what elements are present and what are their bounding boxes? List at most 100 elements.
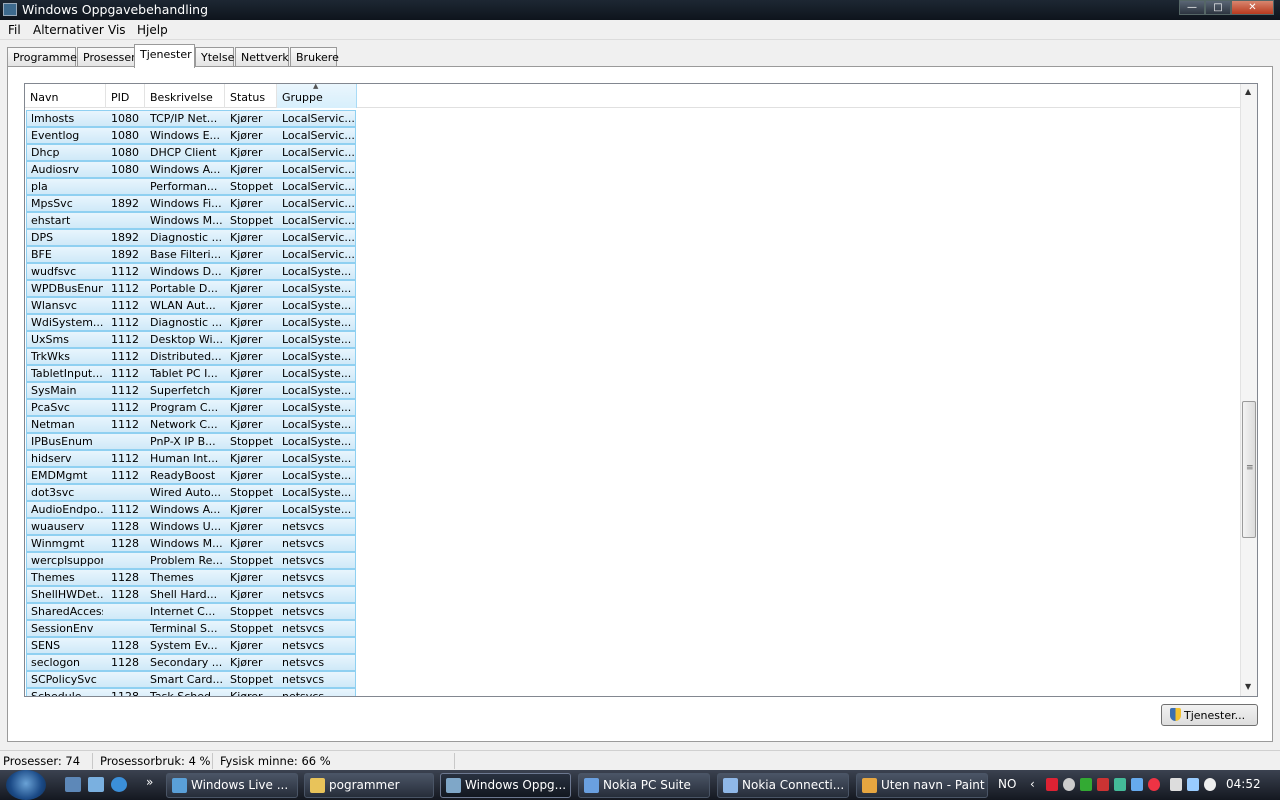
tab-performance[interactable]: Ytelse (195, 47, 234, 67)
table-row[interactable]: TrkWks 1112 Distributed... Kjører LocalSyste… (26, 348, 356, 365)
scroll-thumb[interactable]: ≡ (1242, 401, 1256, 538)
column-description[interactable]: Beskrivelse (145, 84, 225, 108)
table-row[interactable]: UxSms 1112 Desktop Wi... Kjører LocalSyste..… (26, 331, 356, 348)
service-group: LocalServic... (282, 129, 354, 142)
table-row[interactable]: wercplsupport Problem Re... Stoppet netsvcs (26, 552, 356, 569)
table-row[interactable]: MpsSvc 1892 Windows Fi... Kjører LocalServic… (26, 195, 356, 212)
battery-icon[interactable] (1080, 778, 1092, 791)
table-row[interactable]: PcaSvc 1112 Program C... Kjører LocalSyste..… (26, 399, 356, 416)
security-icon[interactable] (1046, 778, 1058, 791)
clock[interactable]: 04:52 (1226, 777, 1261, 791)
service-group: LocalSyste... (282, 333, 352, 346)
show-desktop-icon[interactable] (65, 777, 81, 792)
taskbar-button-nokia-connect[interactable]: Nokia Connecti... (717, 773, 849, 798)
tab-processes[interactable]: Prosesser (77, 47, 140, 67)
table-row[interactable]: Netman 1112 Network C... Kjører LocalSyste..… (26, 416, 356, 433)
table-row[interactable]: seclogon 1128 Secondary ... Kjører netsvcs (26, 654, 356, 671)
table-row[interactable]: ShellHWDet... 1128 Shell Hard... Kjører nets… (26, 586, 356, 603)
menu-help[interactable]: Hjelp (137, 23, 168, 37)
table-row[interactable]: EMDMgmt 1112 ReadyBoost Kjører LocalSyste... (26, 467, 356, 484)
table-row[interactable]: ehstart Windows M... Stoppet LocalServic... (26, 212, 356, 229)
table-row[interactable]: Eventlog 1080 Windows E... Kjører LocalServi… (26, 127, 356, 144)
column-group[interactable]: ▲ Gruppe (277, 84, 357, 108)
column-name[interactable]: Navn (25, 84, 106, 108)
table-row[interactable]: Dhcp 1080 DHCP Client Kjører LocalServic... (26, 144, 356, 161)
service-status: Kjører (230, 520, 263, 533)
internet-explorer-icon[interactable] (111, 777, 127, 792)
table-row[interactable]: Audiosrv 1080 Windows A... Kjører LocalServi… (26, 161, 356, 178)
table-row[interactable]: hidserv 1112 Human Int... Kjører LocalSyste.… (26, 450, 356, 467)
column-status[interactable]: Status (225, 84, 277, 108)
close-button[interactable]: ✕ (1231, 0, 1274, 15)
menu-options[interactable]: Alternativer (33, 23, 104, 37)
taskbar-button-windows-live[interactable]: Windows Live ... (166, 773, 298, 798)
table-row[interactable]: WPDBusEnum 1112 Portable D... Kjører LocalSy… (26, 280, 356, 297)
network-tray-icon[interactable] (1131, 778, 1143, 791)
table-row[interactable]: lmhosts 1080 TCP/IP Net... Kjører LocalServi… (26, 110, 356, 127)
taskbar-button-folder[interactable]: pogrammer (304, 773, 434, 798)
table-row[interactable]: SysMain 1112 Superfetch Kjører LocalSyste... (26, 382, 356, 399)
table-row[interactable]: pla Performan... Stoppet LocalServic... (26, 178, 356, 195)
table-row[interactable]: IPBusEnum PnP-X IP B... Stoppet LocalSyste.… (26, 433, 356, 450)
scroll-up-icon[interactable]: ▲ (1245, 87, 1251, 96)
nokia-connect-icon (723, 778, 738, 793)
table-row[interactable]: WdiSystem... 1112 Diagnostic ... Kjører Loca… (26, 314, 356, 331)
taskbar-button-nokia-pc-suite[interactable]: Nokia PC Suite (578, 773, 710, 798)
taskbar-button-task-manager[interactable]: Windows Oppg... (440, 773, 571, 798)
table-row[interactable]: AudioEndpo... 1112 Windows A... Kjører Local… (26, 501, 356, 518)
tab-services[interactable]: Tjenester (134, 44, 195, 68)
volume-icon[interactable] (1204, 778, 1216, 791)
taskbar-button-paint[interactable]: Uten navn - Paint (856, 773, 988, 798)
service-group: LocalSyste... (282, 418, 352, 431)
table-row[interactable]: SessionEnv Terminal S... Stoppet netsvcs (26, 620, 356, 637)
opera-icon[interactable] (1148, 778, 1160, 791)
table-row[interactable]: Schedule 1128 Task Sched... Kjører netsvcs (26, 688, 356, 697)
tab-applications[interactable]: Programmer (7, 47, 81, 67)
shield-alert-icon[interactable] (1097, 778, 1109, 791)
service-description: Tablet PC I... (150, 367, 218, 380)
table-row[interactable]: Winmgmt 1128 Windows M... Kjører netsvcs (26, 535, 356, 552)
service-group: netsvcs (282, 588, 325, 601)
minimize-button[interactable]: — (1179, 0, 1205, 15)
services-button[interactable]: Tjenester... (1161, 704, 1258, 726)
table-row[interactable]: Wlansvc 1112 WLAN Aut... Kjører LocalSyste..… (26, 297, 356, 314)
service-status: Kjører (230, 469, 263, 482)
column-pid[interactable]: PID (106, 84, 145, 108)
scroll-down-icon[interactable]: ▼ (1245, 682, 1251, 691)
menu-file[interactable]: Fil (8, 23, 21, 37)
table-row[interactable]: dot3svc Wired Auto... Stoppet LocalSyste... (26, 484, 356, 501)
service-status: Kjører (230, 690, 263, 697)
service-status: Kjører (230, 282, 263, 295)
table-row[interactable]: TabletInput... 1112 Tablet PC I... Kjører Lo… (26, 365, 356, 382)
paint-icon (862, 778, 877, 793)
table-row[interactable]: DPS 1892 Diagnostic ... Kjører LocalServic..… (26, 229, 356, 246)
table-row[interactable]: Themes 1128 Themes Kjører netsvcs (26, 569, 356, 586)
wireless-icon[interactable] (1187, 778, 1199, 791)
table-row[interactable]: wuauserv 1128 Windows U... Kjører netsvcs (26, 518, 356, 535)
table-row[interactable]: BFE 1892 Base Filteri... Kjører LocalServic.… (26, 246, 356, 263)
table-row[interactable]: SENS 1128 System Ev... Kjører netsvcs (26, 637, 356, 654)
start-button[interactable] (6, 770, 46, 800)
vertical-scrollbar[interactable]: ▲ ≡ ▼ (1240, 84, 1257, 696)
menu-view[interactable]: Vis (108, 23, 126, 37)
quicklaunch-more-icon[interactable]: » (146, 775, 153, 789)
service-status: Kjører (230, 367, 263, 380)
disc-icon[interactable] (1063, 778, 1075, 791)
language-indicator[interactable]: NO (998, 777, 1016, 791)
table-row[interactable]: SCPolicySvc Smart Card... Stoppet netsvcs (26, 671, 356, 688)
services-list[interactable]: Navn PID Beskrivelse Status ▲ Gruppe lmh… (24, 83, 1258, 697)
tray-expand-icon[interactable]: ‹ (1030, 777, 1035, 791)
service-pid: 1128 (111, 588, 139, 601)
service-status: Kjører (230, 163, 263, 176)
phone-icon[interactable] (1170, 778, 1182, 791)
tab-networking[interactable]: Nettverk (235, 47, 289, 67)
messenger-tray-icon[interactable] (1114, 778, 1126, 791)
table-row[interactable]: wudfsvc 1112 Windows D... Kjører LocalSyste.… (26, 263, 356, 280)
service-description: DHCP Client (150, 146, 217, 159)
tab-users[interactable]: Brukere (290, 47, 339, 67)
service-name: wercplsupport (31, 554, 103, 567)
table-row[interactable]: SharedAccess Internet C... Stoppet netsvcs (26, 603, 356, 620)
switch-windows-icon[interactable] (88, 777, 104, 792)
maximize-button[interactable]: □ (1205, 0, 1231, 15)
service-pid: 1128 (111, 520, 139, 533)
